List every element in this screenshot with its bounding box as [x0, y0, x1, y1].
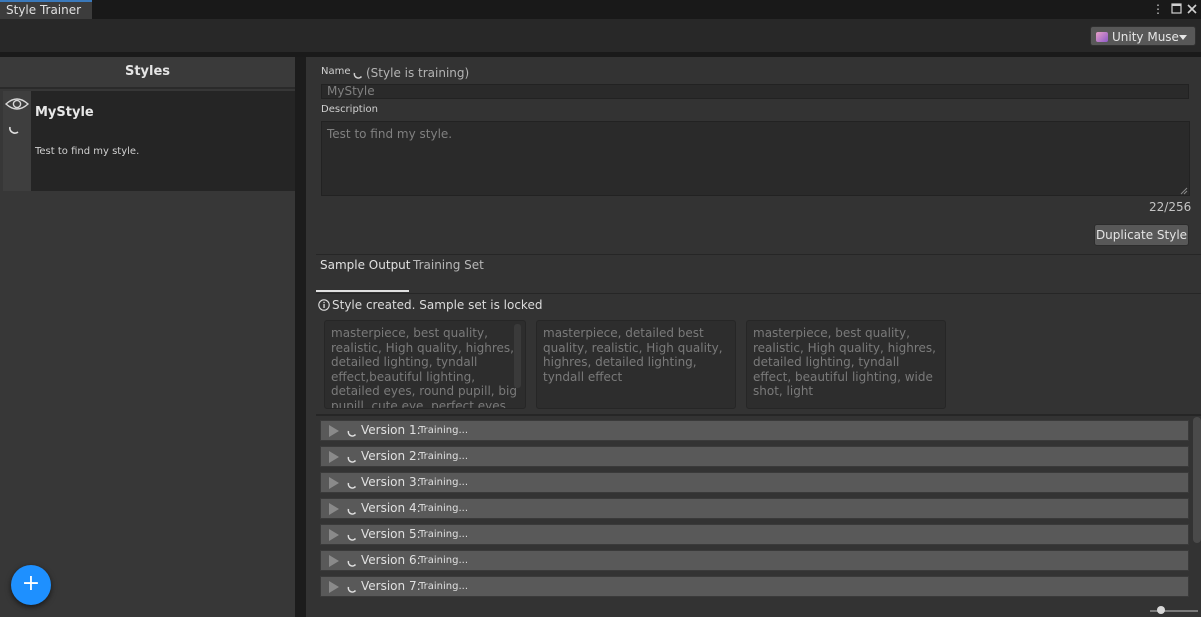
- muse-logo-icon: [1096, 32, 1108, 42]
- resize-grip-icon[interactable]: [1178, 184, 1188, 195]
- description-label: Description: [321, 104, 378, 115]
- versions-divider: [316, 414, 1201, 416]
- sample-prompt-1[interactable]: masterpiece, best quality, realistic, Hi…: [324, 320, 526, 409]
- toolbar: [0, 19, 1201, 52]
- version-status: Training...: [419, 555, 468, 566]
- style-item-description: Test to find my style.: [35, 146, 140, 157]
- tab-training-set[interactable]: Training Set: [413, 258, 484, 272]
- sample-prompt-3[interactable]: masterpiece, best quality, realistic, Hi…: [746, 320, 946, 409]
- tab-sample-output[interactable]: Sample Output: [320, 258, 411, 272]
- play-icon[interactable]: [329, 477, 339, 489]
- versions-scrollbar[interactable]: [1193, 417, 1201, 543]
- character-count: 22/256: [1149, 200, 1192, 214]
- version-status: Training...: [419, 425, 468, 436]
- sample-prompt-2[interactable]: masterpiece, detailed best quality, real…: [536, 320, 736, 409]
- play-icon[interactable]: [329, 425, 339, 437]
- version-label: Version 7:: [361, 579, 421, 593]
- version-row[interactable]: Version 5: Training...: [320, 524, 1189, 545]
- version-status: Training...: [419, 451, 468, 462]
- section-divider: [316, 254, 1201, 255]
- loading-spinner-icon: [347, 430, 357, 437]
- version-label: Version 1:: [361, 423, 421, 437]
- version-row[interactable]: Version 2: Training...: [320, 446, 1189, 467]
- info-icon: [318, 299, 330, 311]
- version-label: Version 5:: [361, 527, 421, 541]
- tabs-divider: [316, 293, 1201, 294]
- version-status: Training...: [419, 529, 468, 540]
- version-row[interactable]: Version 7: Training...: [320, 576, 1189, 597]
- version-status: Training...: [419, 581, 468, 592]
- loading-spinner-icon: [347, 456, 357, 463]
- training-status-text: (Style is training): [366, 66, 470, 80]
- unity-muse-dropdown[interactable]: Unity Muse: [1090, 26, 1196, 46]
- loading-spinner-icon: [353, 68, 363, 79]
- version-label: Version 3:: [361, 475, 421, 489]
- maximize-icon[interactable]: [1169, 1, 1183, 17]
- version-status: Training...: [419, 477, 468, 488]
- version-row[interactable]: Version 1: Training...: [320, 420, 1189, 441]
- window-tab-strip: [0, 0, 1201, 19]
- selected-tab-indicator: [316, 290, 409, 292]
- info-message: Style created. Sample set is locked: [332, 298, 543, 312]
- kebab-menu-icon[interactable]: ⋮: [1151, 1, 1165, 17]
- loading-spinner-icon: [8, 123, 20, 135]
- description-field[interactable]: Test to find my style.: [321, 121, 1190, 196]
- window-tab-style-trainer[interactable]: Style Trainer: [0, 0, 92, 19]
- add-style-button[interactable]: +: [11, 565, 51, 605]
- play-icon[interactable]: [329, 555, 339, 567]
- duplicate-style-button[interactable]: Duplicate Style: [1094, 224, 1189, 246]
- play-icon[interactable]: [329, 529, 339, 541]
- style-item-name: MyStyle: [35, 105, 94, 120]
- play-icon[interactable]: [329, 503, 339, 515]
- close-icon[interactable]: [1185, 1, 1199, 17]
- eye-icon[interactable]: [4, 95, 30, 113]
- loading-spinner-icon: [347, 586, 357, 593]
- chevron-down-icon: [1179, 35, 1187, 40]
- prompt-scrollbar[interactable]: [514, 324, 521, 388]
- play-icon[interactable]: [329, 581, 339, 593]
- version-row[interactable]: Version 3: Training...: [320, 472, 1189, 493]
- loading-spinner-icon: [347, 560, 357, 567]
- version-row[interactable]: Version 4: Training...: [320, 498, 1189, 519]
- version-label: Version 2:: [361, 449, 421, 463]
- version-status: Training...: [419, 503, 468, 514]
- loading-spinner-icon: [347, 482, 357, 489]
- name-field[interactable]: MyStyle: [321, 84, 1189, 99]
- play-icon[interactable]: [329, 451, 339, 463]
- zoom-slider-handle[interactable]: [1157, 606, 1165, 614]
- name-label: Name: [321, 66, 351, 77]
- styles-header: Styles: [0, 57, 295, 89]
- loading-spinner-icon: [347, 534, 357, 541]
- panel-splitter[interactable]: [295, 57, 306, 617]
- unity-muse-label: Unity Muse: [1112, 30, 1179, 44]
- version-label: Version 4:: [361, 501, 421, 515]
- version-row[interactable]: Version 6: Training...: [320, 550, 1189, 571]
- loading-spinner-icon: [347, 508, 357, 515]
- version-label: Version 6:: [361, 553, 421, 567]
